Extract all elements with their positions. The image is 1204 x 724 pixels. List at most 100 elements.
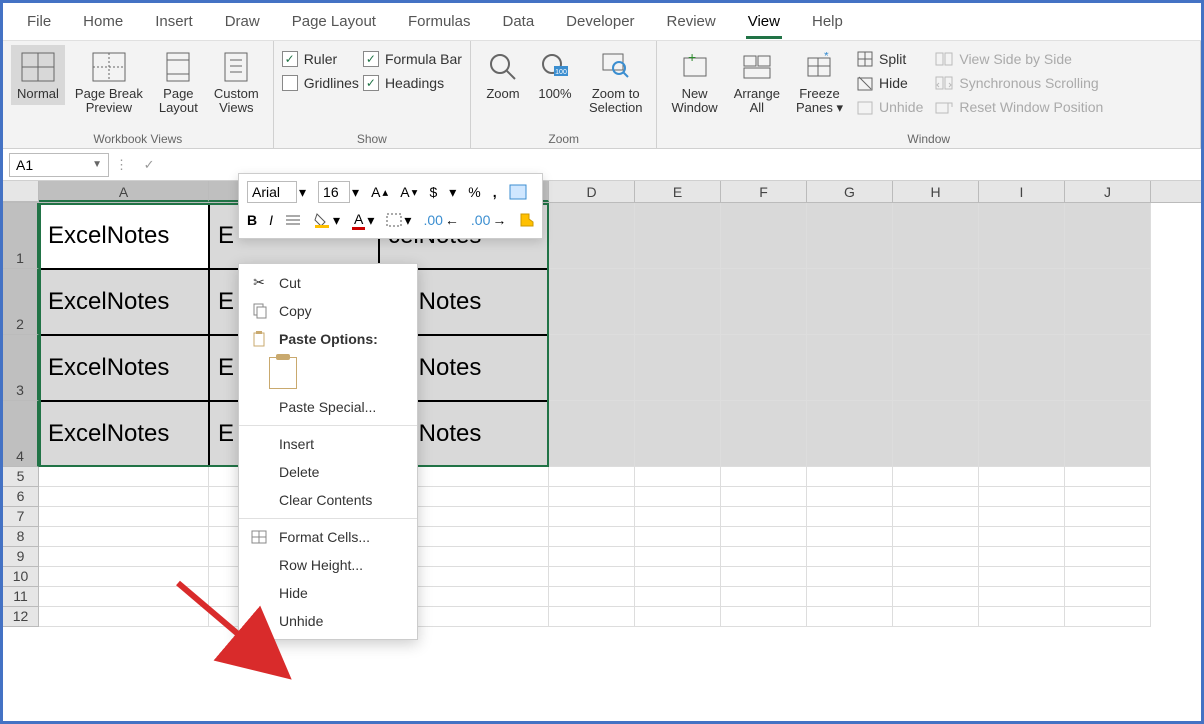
row-header-5[interactable]: 5 bbox=[3, 467, 39, 487]
cell[interactable] bbox=[635, 507, 721, 527]
cell[interactable] bbox=[635, 527, 721, 547]
cell[interactable] bbox=[807, 567, 893, 587]
row-header-3[interactable]: 3 bbox=[3, 335, 39, 401]
cell[interactable] bbox=[1065, 487, 1151, 507]
cell[interactable] bbox=[893, 467, 979, 487]
freeze-panes-button[interactable]: * Freeze Panes ▾ bbox=[790, 45, 849, 119]
row-header-12[interactable]: 12 bbox=[3, 607, 39, 627]
cell[interactable] bbox=[893, 203, 979, 269]
cell[interactable] bbox=[893, 587, 979, 607]
cell[interactable] bbox=[893, 567, 979, 587]
tab-developer[interactable]: Developer bbox=[550, 5, 650, 38]
cell[interactable] bbox=[979, 269, 1065, 335]
cell[interactable] bbox=[721, 467, 807, 487]
cell[interactable] bbox=[807, 269, 893, 335]
row-header-6[interactable]: 6 bbox=[3, 487, 39, 507]
zoom-selection-button[interactable]: Zoom to Selection bbox=[583, 45, 648, 119]
cell[interactable] bbox=[807, 203, 893, 269]
cell[interactable] bbox=[979, 527, 1065, 547]
tab-review[interactable]: Review bbox=[651, 5, 732, 38]
fill-color-button[interactable]: ▾ bbox=[309, 210, 344, 231]
cell[interactable] bbox=[39, 587, 209, 607]
cell[interactable] bbox=[549, 567, 635, 587]
cell[interactable] bbox=[721, 567, 807, 587]
cell[interactable] bbox=[549, 467, 635, 487]
cell[interactable] bbox=[979, 547, 1065, 567]
ctx-copy[interactable]: Copy bbox=[239, 297, 417, 325]
tab-help[interactable]: Help bbox=[796, 5, 859, 38]
cell[interactable] bbox=[549, 527, 635, 547]
conditional-format-button[interactable] bbox=[505, 182, 531, 202]
comma-style-button[interactable]: , bbox=[489, 182, 501, 202]
cell[interactable] bbox=[807, 587, 893, 607]
gridlines-checkbox[interactable]: Gridlines bbox=[282, 73, 359, 93]
cell[interactable] bbox=[893, 607, 979, 627]
cell[interactable] bbox=[721, 507, 807, 527]
chevron-down-icon[interactable]: ▾ bbox=[445, 182, 460, 203]
cell[interactable] bbox=[635, 607, 721, 627]
cell[interactable] bbox=[721, 335, 807, 401]
col-header-d[interactable]: D bbox=[549, 181, 635, 202]
new-window-button[interactable]: + New Window bbox=[665, 45, 723, 119]
cell[interactable] bbox=[1065, 507, 1151, 527]
cell[interactable] bbox=[549, 335, 635, 401]
cell[interactable] bbox=[721, 547, 807, 567]
cell[interactable] bbox=[635, 335, 721, 401]
row-header-11[interactable]: 11 bbox=[3, 587, 39, 607]
cell[interactable] bbox=[39, 607, 209, 627]
cell[interactable] bbox=[721, 587, 807, 607]
font-color-button[interactable]: A▾ bbox=[348, 209, 378, 232]
cell[interactable] bbox=[979, 587, 1065, 607]
tab-data[interactable]: Data bbox=[486, 5, 550, 38]
hide-button[interactable]: Hide bbox=[853, 73, 927, 93]
cell[interactable] bbox=[1065, 335, 1151, 401]
row-header-1[interactable]: 1 bbox=[3, 203, 39, 269]
cell[interactable] bbox=[807, 487, 893, 507]
tab-view[interactable]: View bbox=[732, 5, 796, 38]
cell[interactable] bbox=[635, 567, 721, 587]
bold-button[interactable]: B bbox=[243, 210, 261, 230]
borders-button[interactable]: ▾ bbox=[382, 210, 415, 231]
cell[interactable] bbox=[1065, 401, 1151, 467]
cell[interactable] bbox=[1065, 567, 1151, 587]
col-header-g[interactable]: G bbox=[807, 181, 893, 202]
cell[interactable] bbox=[979, 467, 1065, 487]
format-painter-button[interactable] bbox=[514, 210, 538, 230]
row-header-7[interactable]: 7 bbox=[3, 507, 39, 527]
split-button[interactable]: Split bbox=[853, 49, 927, 69]
cell[interactable] bbox=[979, 567, 1065, 587]
row-header-10[interactable]: 10 bbox=[3, 567, 39, 587]
tab-draw[interactable]: Draw bbox=[209, 5, 276, 38]
cell[interactable] bbox=[39, 467, 209, 487]
cell[interactable] bbox=[635, 269, 721, 335]
ctx-hide[interactable]: Hide bbox=[239, 579, 417, 607]
cell[interactable] bbox=[39, 567, 209, 587]
cell[interactable] bbox=[893, 507, 979, 527]
cell[interactable] bbox=[1065, 527, 1151, 547]
page-layout-button[interactable]: Page Layout bbox=[153, 45, 204, 119]
increase-font-button[interactable]: A▴ bbox=[367, 182, 392, 202]
paste-option-thumb[interactable] bbox=[269, 357, 297, 389]
cell[interactable] bbox=[979, 607, 1065, 627]
col-header-j[interactable]: J bbox=[1065, 181, 1151, 202]
cell[interactable] bbox=[39, 527, 209, 547]
tab-file[interactable]: File bbox=[11, 5, 67, 38]
normal-view-button[interactable]: Normal bbox=[11, 45, 65, 105]
cell[interactable] bbox=[635, 587, 721, 607]
cell[interactable] bbox=[1065, 547, 1151, 567]
cell[interactable] bbox=[39, 507, 209, 527]
cell[interactable] bbox=[549, 487, 635, 507]
ctx-clear-contents[interactable]: Clear Contents bbox=[239, 486, 417, 514]
col-header-i[interactable]: I bbox=[979, 181, 1065, 202]
cell[interactable] bbox=[635, 401, 721, 467]
cell[interactable] bbox=[39, 487, 209, 507]
cell[interactable] bbox=[549, 547, 635, 567]
cell[interactable] bbox=[549, 587, 635, 607]
cell[interactable] bbox=[635, 203, 721, 269]
cell-a3[interactable]: ExcelNotes bbox=[39, 335, 209, 401]
tab-home[interactable]: Home bbox=[67, 5, 139, 38]
cell[interactable] bbox=[893, 269, 979, 335]
row-header-9[interactable]: 9 bbox=[3, 547, 39, 567]
font-combo[interactable]: ▾ bbox=[243, 179, 310, 205]
arrange-all-button[interactable]: Arrange All bbox=[728, 45, 786, 119]
